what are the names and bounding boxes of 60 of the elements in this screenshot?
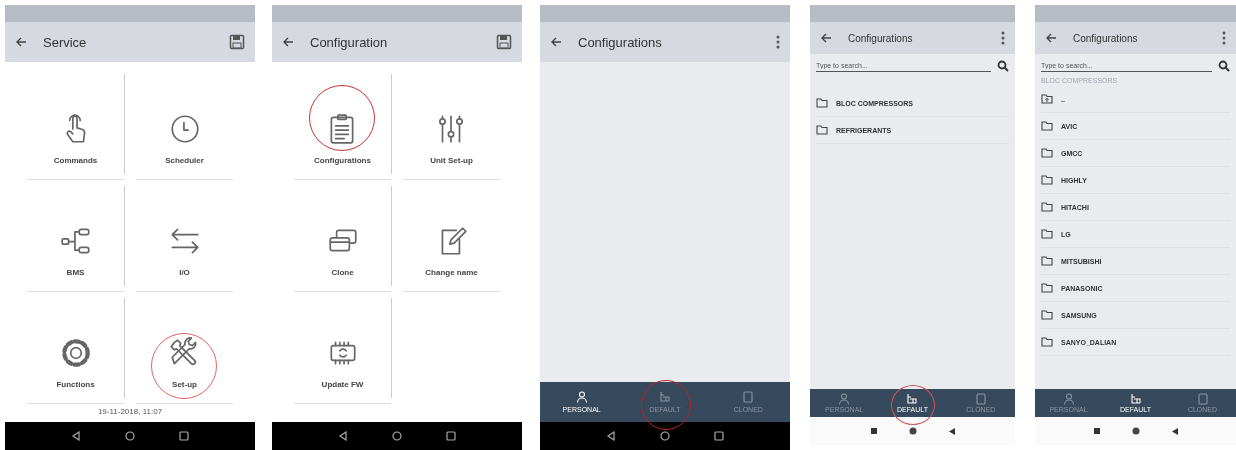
folder-icon	[1041, 202, 1053, 212]
folder-icon	[1041, 310, 1053, 320]
hierarchy-icon	[906, 393, 919, 405]
document-icon	[742, 391, 755, 403]
save-icon[interactable]	[496, 34, 512, 50]
home-nav-icon[interactable]	[660, 431, 670, 441]
document-icon	[1196, 393, 1209, 405]
recents-nav-icon[interactable]	[179, 431, 189, 441]
menu-tile[interactable]: I/O	[163, 224, 206, 291]
timestamp: 19-11-2018, 11:07	[96, 407, 164, 418]
recents-nav-icon[interactable]	[870, 428, 877, 434]
folder-icon	[1041, 229, 1053, 239]
back-nav-icon[interactable]	[338, 431, 348, 441]
back-nav-icon[interactable]	[71, 431, 81, 441]
recents-nav-icon[interactable]	[1093, 428, 1100, 434]
search-icon[interactable]	[997, 60, 1009, 72]
folder-icon	[1041, 283, 1053, 293]
person-icon	[1062, 393, 1075, 405]
menu-tile[interactable]: Unit Set-up	[426, 112, 477, 179]
menu-tile[interactable]: Update FW	[317, 336, 368, 403]
menu-tile[interactable]: Set-up	[163, 336, 206, 403]
back-nav-icon[interactable]	[948, 427, 955, 435]
recents-nav-icon[interactable]	[714, 431, 724, 441]
screen-title: Configurations	[848, 32, 914, 44]
home-nav-icon[interactable]	[125, 431, 135, 441]
menu-tile[interactable]: Change name	[421, 224, 482, 291]
menu-tile[interactable]: Configurations	[310, 112, 375, 179]
person-icon	[575, 391, 588, 403]
folder-icon	[1041, 121, 1053, 131]
person-icon	[838, 393, 851, 405]
folder-icon	[1041, 148, 1053, 158]
folder-icon	[1041, 256, 1053, 266]
folder-icon	[1041, 337, 1053, 347]
home-nav-icon[interactable]	[1131, 427, 1140, 435]
menu-tile[interactable]: Clone	[321, 224, 364, 291]
more-menu-icon[interactable]	[1001, 31, 1005, 45]
folder-up-icon	[1041, 94, 1053, 104]
menu-tile[interactable]: Commands	[49, 112, 102, 179]
screen-title: Configuration	[310, 34, 389, 50]
search-icon[interactable]	[1218, 60, 1230, 72]
home-nav-icon[interactable]	[392, 431, 402, 441]
folder-icon	[816, 98, 828, 108]
menu-tile[interactable]: Scheduler	[161, 112, 208, 179]
more-menu-icon[interactable]	[1222, 31, 1226, 45]
save-icon[interactable]	[229, 34, 245, 50]
back-nav-icon[interactable]	[606, 431, 616, 441]
home-nav-icon[interactable]	[908, 427, 917, 435]
back-nav-icon[interactable]	[1171, 427, 1178, 435]
screen-title: Configurations	[578, 34, 663, 50]
folder-icon	[1041, 175, 1053, 185]
screen-title: Configurations	[1073, 32, 1139, 44]
hierarchy-icon	[1129, 393, 1142, 405]
recents-nav-icon[interactable]	[446, 431, 456, 441]
hierarchy-icon	[659, 391, 671, 403]
menu-tile[interactable]: Functions	[52, 336, 99, 403]
menu-tile[interactable]: BMS	[54, 224, 97, 291]
document-icon	[974, 393, 987, 405]
folder-icon	[816, 125, 828, 135]
more-menu-icon[interactable]	[776, 35, 780, 49]
screen-title: Service	[43, 34, 88, 50]
